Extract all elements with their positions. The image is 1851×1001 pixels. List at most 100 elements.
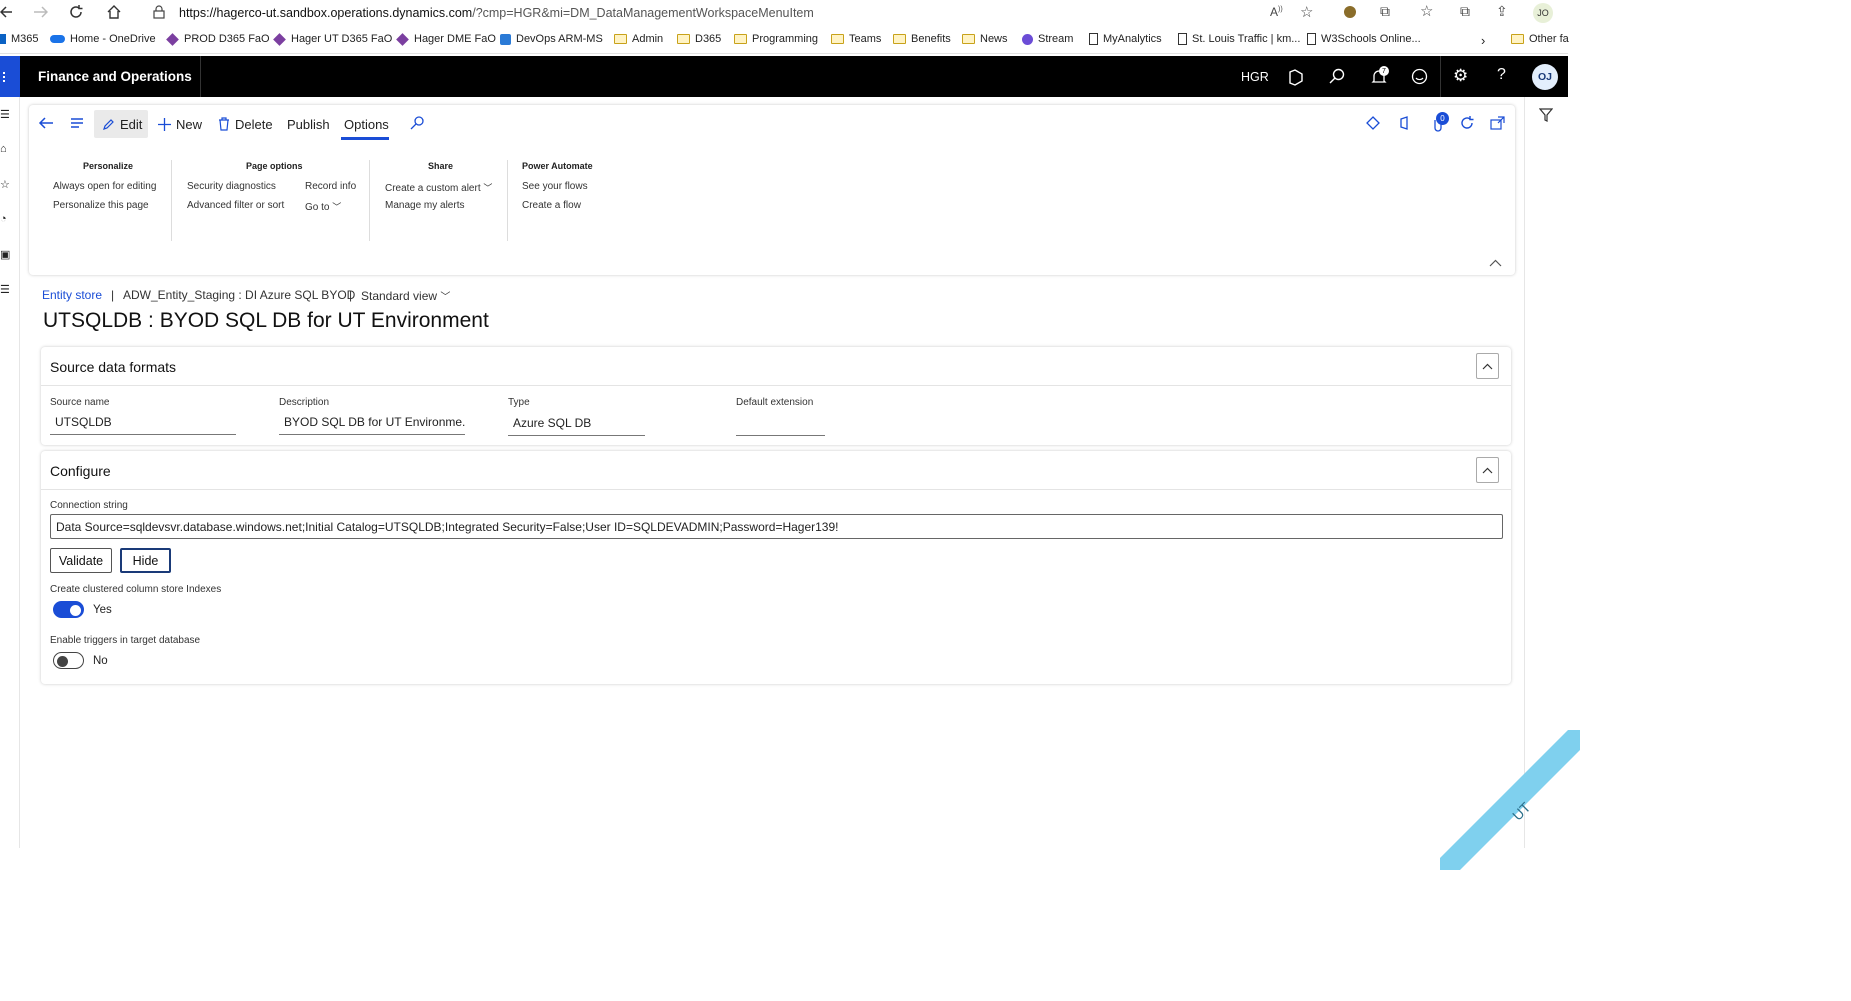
m365-icon (0, 34, 6, 44)
address-bar[interactable]: https://hagerco-ut.sandbox.operations.dy… (179, 6, 814, 20)
share-icon[interactable]: ⇪ (1496, 3, 1508, 20)
header-divider (200, 56, 201, 97)
fav-onedrive[interactable]: Home - OneDrive (50, 33, 156, 45)
view-label: Standard view (361, 289, 438, 303)
fav-hager-ut[interactable]: Hager UT D365 FaO (273, 32, 392, 46)
type-field[interactable]: Azure SQL DB (508, 416, 645, 436)
profile-avatar[interactable]: JO (1533, 3, 1553, 23)
refresh-icon[interactable] (1459, 115, 1475, 131)
go-to-button[interactable]: Go to ﹀ (305, 200, 341, 213)
page-icon (1089, 33, 1098, 45)
office-icon[interactable] (1398, 116, 1412, 130)
new-button[interactable]: New (158, 110, 202, 138)
manage-alerts-button[interactable]: Manage my alerts (385, 200, 464, 211)
favorites-icon[interactable]: ☆ (1420, 2, 1433, 20)
dynamics-icon[interactable] (1287, 68, 1305, 86)
connection-string-label: Connection string (50, 500, 128, 511)
source-name-field[interactable]: UTSQLDB (50, 415, 236, 435)
validate-button[interactable]: Validate (50, 548, 112, 573)
fav-stream[interactable]: Stream (1022, 33, 1073, 45)
fav-benefits[interactable]: Benefits (893, 33, 951, 45)
description-field[interactable]: BYOD SQL DB for UT Environme... (279, 415, 465, 435)
workspaces-icon[interactable]: ▣ (0, 248, 10, 261)
always-open-editing-button[interactable]: Always open for editing (53, 181, 156, 192)
app-title[interactable]: Finance and Operations (38, 69, 192, 84)
fasttab-header[interactable]: Configure (50, 463, 111, 479)
menu-lines-icon[interactable] (70, 116, 84, 130)
fav-d365[interactable]: D365 (677, 33, 721, 45)
connection-string-field[interactable]: Data Source=sqldevsvr.database.windows.n… (50, 514, 1503, 539)
collapse-button[interactable] (1476, 353, 1499, 379)
fav-teams[interactable]: Teams (831, 33, 881, 45)
view-selector[interactable]: Standard view ﹀ (361, 288, 450, 303)
fav-news[interactable]: News (962, 33, 1008, 45)
browser-toolbar: https://hagerco-ut.sandbox.operations.dy… (0, 0, 1568, 27)
security-diagnostics-button[interactable]: Security diagnostics (187, 181, 276, 192)
personalize-page-button[interactable]: Personalize this page (53, 200, 149, 211)
stream-icon (1022, 33, 1033, 45)
publish-button[interactable]: Publish (287, 110, 330, 138)
clustered-index-value: Yes (93, 604, 112, 616)
attachment-count-badge: 0 (1436, 112, 1449, 125)
modules-icon[interactable]: ☰ (0, 283, 10, 296)
create-custom-alert-button[interactable]: Create a custom alert ﹀ (385, 181, 492, 194)
fav-w3schools[interactable]: W3Schools Online... (1307, 33, 1421, 45)
app-launcher-icon[interactable] (0, 56, 20, 97)
open-new-window-icon[interactable] (1490, 116, 1505, 130)
extension-icon[interactable] (1342, 4, 1358, 20)
fav-hager-dme[interactable]: Hager DME FaO (396, 32, 496, 46)
fav-devops[interactable]: DevOps ARM-MS (500, 33, 603, 45)
delete-button[interactable]: Delete (218, 110, 273, 138)
fav-prod-d365[interactable]: PROD D365 FaO (166, 32, 270, 46)
chevron-up-icon[interactable] (1489, 259, 1502, 268)
chevron-down-icon: ﹀ (332, 202, 342, 212)
fasttab-header[interactable]: Source data formats (50, 359, 176, 375)
read-aloud-icon[interactable]: A)) (1270, 5, 1283, 19)
hide-button[interactable]: Hide (120, 548, 171, 573)
fav-programming[interactable]: Programming (734, 33, 818, 45)
back-arrow-icon[interactable] (0, 4, 14, 20)
advanced-filter-button[interactable]: Advanced filter or sort (187, 200, 284, 211)
record-info-button[interactable]: Record info (305, 181, 356, 192)
home-icon[interactable]: ⌂ (0, 143, 7, 155)
see-flows-button[interactable]: See your flows (522, 181, 588, 192)
fav-m365[interactable]: M365 (0, 33, 39, 45)
favorite-star-icon[interactable]: ☆ (1300, 3, 1313, 21)
user-avatar[interactable]: OJ (1532, 64, 1558, 90)
enable-triggers-value: No (93, 655, 108, 667)
fav-admin[interactable]: Admin (614, 33, 663, 45)
fav-label: Stream (1038, 33, 1074, 45)
back-arrow-icon[interactable] (38, 115, 54, 131)
favorites-icon[interactable]: ☆ (0, 178, 10, 191)
search-icon[interactable] (410, 116, 424, 130)
breadcrumb-entity-store-link[interactable]: Entity store (42, 288, 102, 302)
gear-icon[interactable]: ⚙ (1453, 66, 1468, 86)
home-icon[interactable] (106, 4, 122, 20)
recent-icon[interactable]: ◔ (0, 213, 7, 225)
forward-arrow-icon[interactable] (32, 4, 48, 20)
chevron-right-icon[interactable]: › (1481, 33, 1485, 48)
clustered-index-toggle[interactable] (53, 601, 84, 618)
edit-button[interactable]: Edit (94, 110, 148, 138)
search-icon[interactable] (1329, 68, 1345, 84)
filter-icon[interactable] (1539, 108, 1553, 122)
puzzle-icon[interactable]: ⧉ (1380, 3, 1390, 20)
enable-triggers-toggle[interactable] (53, 652, 84, 669)
chevron-down-icon: ﹀ (440, 292, 451, 303)
power-apps-icon[interactable] (1366, 116, 1380, 130)
tab-options[interactable]: Options (344, 110, 389, 138)
fav-other[interactable]: Other fa (1511, 33, 1569, 45)
collections-icon[interactable]: ⧉ (1460, 3, 1470, 20)
hamburger-icon[interactable]: ☰ (0, 108, 10, 121)
collapse-button[interactable] (1476, 457, 1499, 483)
company-picker[interactable]: HGR (1241, 70, 1269, 84)
fav-stl-traffic[interactable]: St. Louis Traffic | km... (1178, 33, 1300, 45)
refresh-icon[interactable] (68, 4, 84, 20)
fav-myanalytics[interactable]: MyAnalytics (1089, 33, 1162, 45)
help-icon[interactable]: ? (1497, 66, 1506, 84)
create-flow-button[interactable]: Create a flow (522, 200, 581, 211)
d365-icon (396, 32, 409, 46)
lock-icon[interactable] (152, 5, 166, 19)
default-extension-field[interactable] (736, 416, 825, 436)
feedback-smiley-icon[interactable] (1411, 68, 1428, 85)
